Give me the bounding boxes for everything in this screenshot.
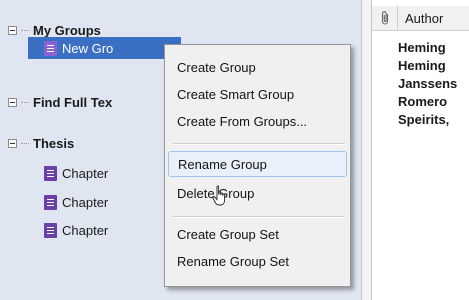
group-header-thesis[interactable]: Thesis [8,134,74,152]
column-header-attachment[interactable] [372,6,398,30]
menu-item-create-group-set[interactable]: Create Group Set [177,224,279,244]
group-icon [44,222,57,238]
menu-item-rename-group-set[interactable]: Rename Group Set [177,251,289,271]
group-header-label: Find Full Tex [33,94,113,110]
menu-item-rename-group[interactable]: Rename Group [168,151,347,177]
menu-item-create-from-groups[interactable]: Create From Groups... [177,111,307,131]
group-header-find-full-text[interactable]: Find Full Tex [8,93,112,111]
group-item-new-group[interactable]: New Gro [28,37,181,59]
tree-connector [21,29,29,31]
group-item-label: Chapter [62,165,109,181]
hand-cursor-icon [212,185,226,206]
tree-connector [21,142,29,144]
table-row[interactable]: Speirits, [398,112,469,130]
group-icon [44,165,57,181]
collapse-toggle-icon[interactable] [8,25,17,35]
group-header-label: Thesis [33,135,75,151]
group-header-label: My Groups [33,22,101,38]
menu-item-create-smart-group[interactable]: Create Smart Group [177,84,294,104]
menu-separator [173,143,345,145]
tree-connector [21,101,29,103]
table-row[interactable]: Romero [398,94,469,112]
group-item-label: Chapter [62,194,109,210]
group-item-chapter-2[interactable]: Chapter [44,191,108,213]
collapse-toggle-icon[interactable] [8,97,17,107]
collapse-toggle-icon[interactable] [8,138,17,148]
group-icon [44,40,57,56]
paperclip-icon [381,11,388,25]
table-row[interactable]: Heming [398,58,469,76]
group-item-chapter-3[interactable]: Chapter [44,219,108,241]
table-header: Author [372,6,469,31]
group-context-menu: Create Group Create Smart Group Create F… [164,44,351,287]
group-item-label: New Gro [62,40,114,56]
group-item-label: Chapter [62,222,109,238]
group-icon [44,194,57,210]
column-header-author[interactable]: Author [398,11,443,26]
pane-splitter[interactable] [361,0,372,300]
menu-item-create-group[interactable]: Create Group [177,57,256,77]
group-item-chapter-1[interactable]: Chapter [44,162,108,184]
menu-separator [173,216,345,218]
table-row[interactable]: Janssens [398,76,469,94]
table-row[interactable]: Heming [398,40,469,58]
reference-table: Author Heming Heming Janssens Romero Spe… [372,0,469,300]
